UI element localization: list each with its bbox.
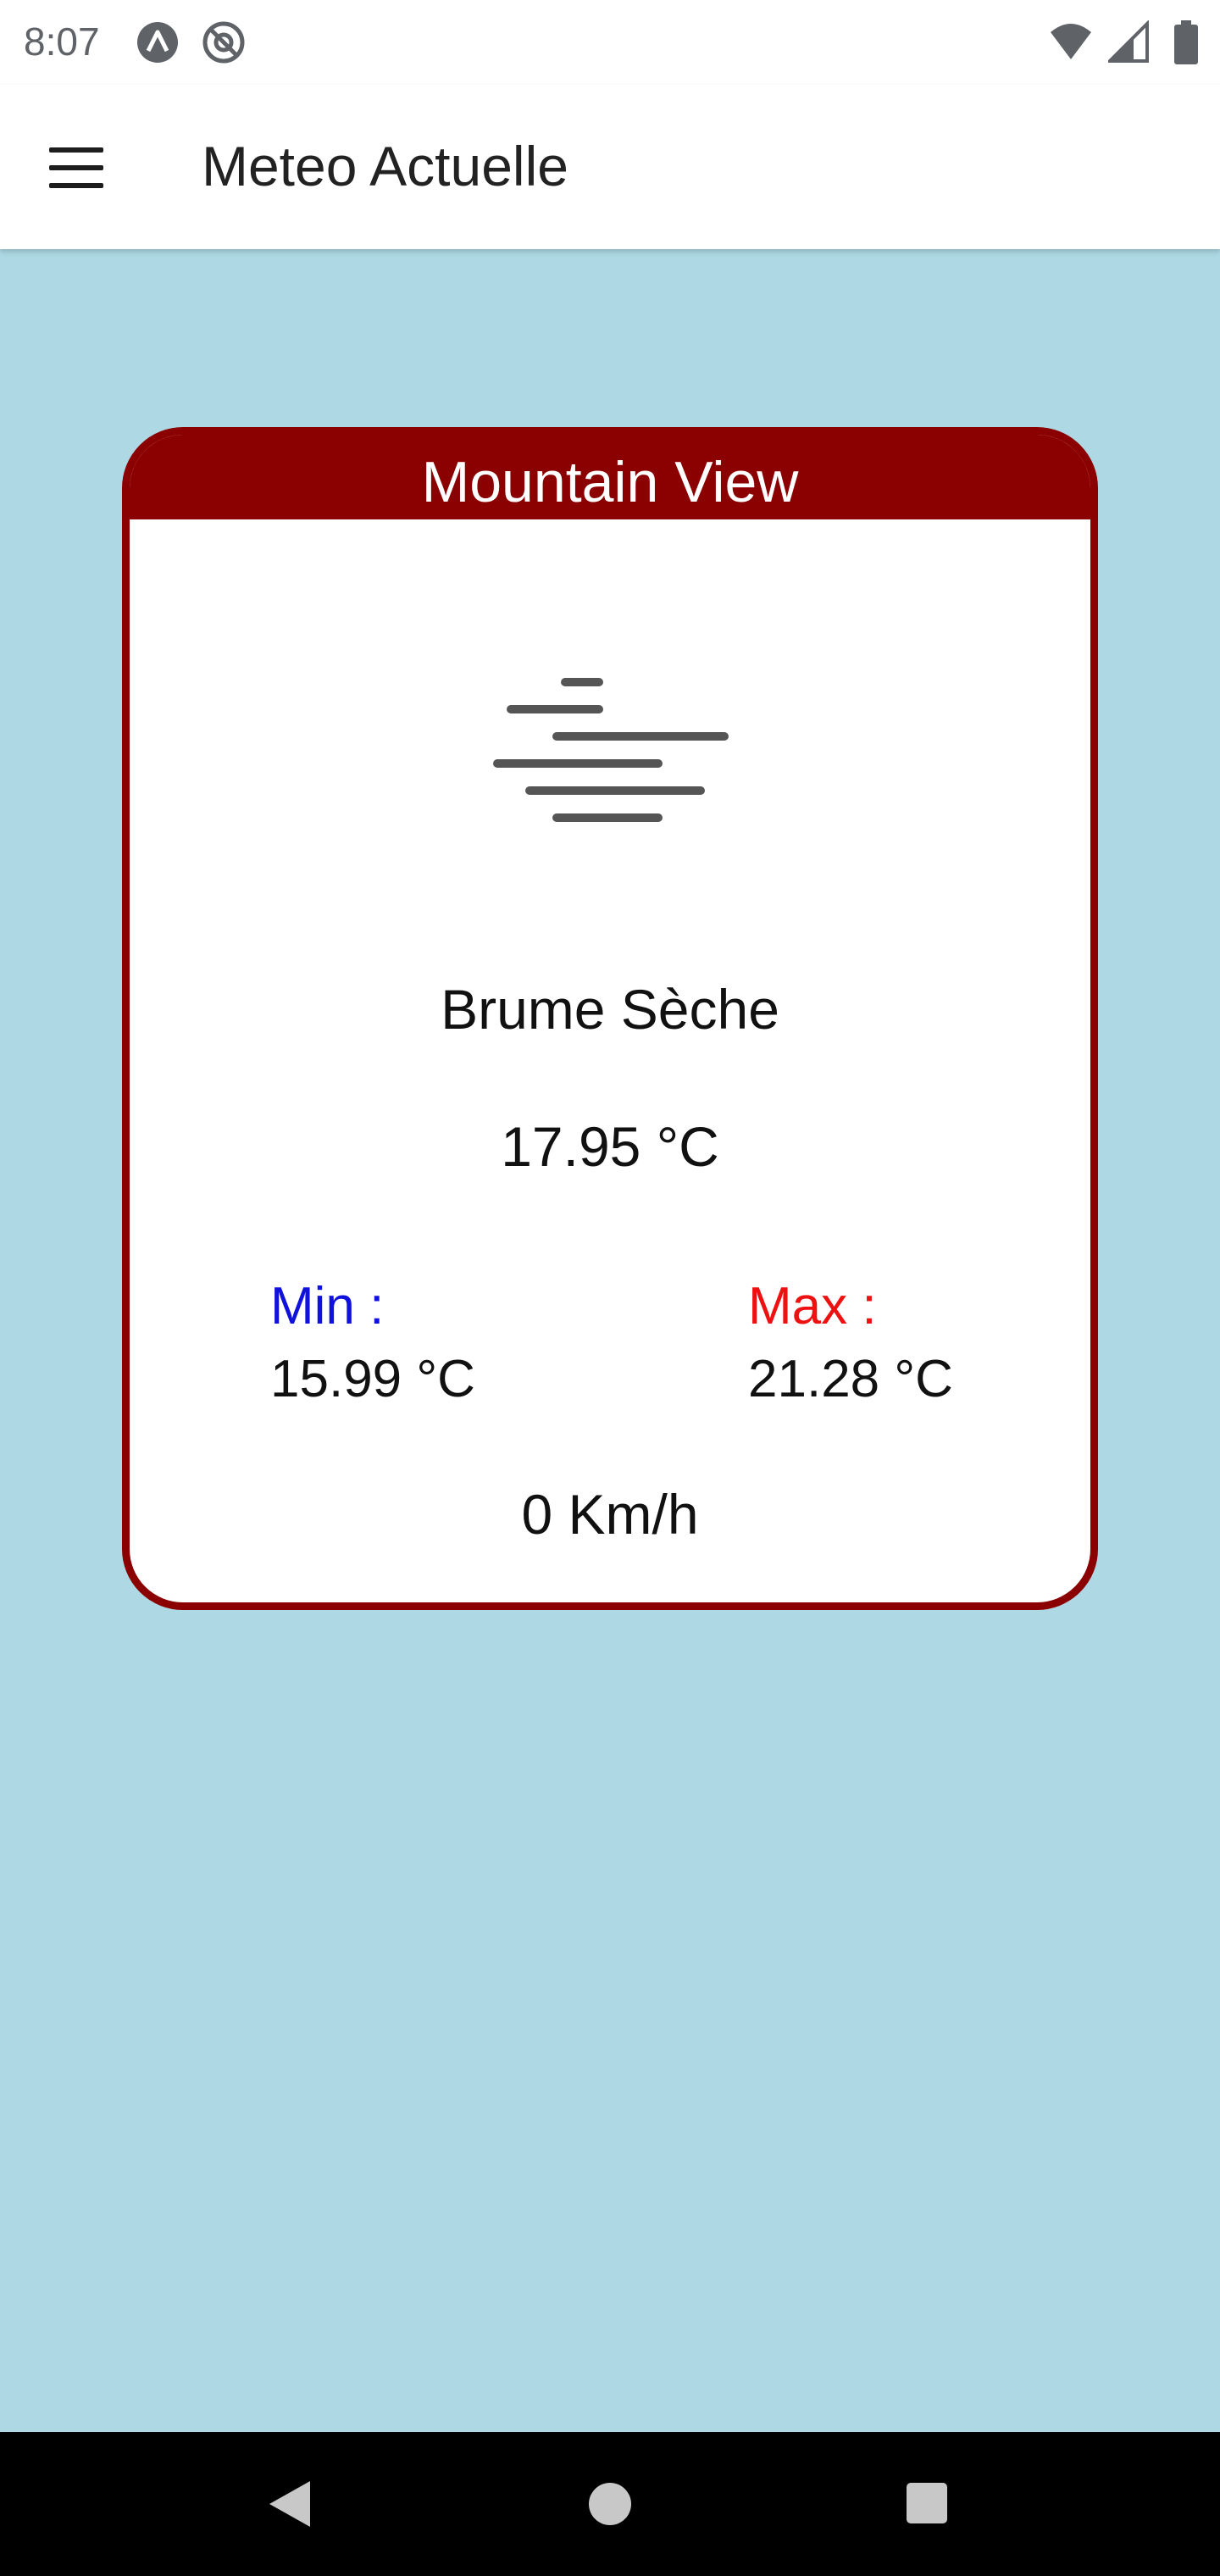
min-label: Min : (270, 1277, 385, 1335)
min-temperature-block: Min : 15.99 °C (270, 1270, 475, 1416)
haze-icon (493, 678, 729, 822)
navigation-bar (0, 2432, 1220, 2576)
at-sign-icon (202, 21, 245, 64)
status-bar: 8:07 (0, 0, 1220, 85)
back-icon[interactable] (266, 2478, 313, 2530)
weather-condition: Brume Sèche (441, 978, 779, 1041)
recents-icon[interactable] (905, 2481, 949, 2525)
city-name: Mountain View (130, 435, 1090, 519)
max-temperature-block: Max : 21.28 °C (748, 1270, 953, 1416)
app-bar: Meteo Actuelle (0, 85, 1220, 249)
hamburger-menu-icon[interactable] (49, 147, 103, 188)
min-value: 15.99 °C (270, 1350, 475, 1408)
weather-card: Mountain View Brume Sèche 17.95 °C Min :… (122, 427, 1098, 1610)
max-label: Max : (748, 1277, 877, 1335)
home-icon[interactable] (587, 2481, 633, 2527)
app-notification-icon (137, 22, 178, 63)
status-time: 8:07 (24, 19, 100, 64)
page-title: Meteo Actuelle (202, 135, 568, 197)
battery-icon (1174, 20, 1198, 64)
wifi-icon (1051, 24, 1091, 59)
current-temperature: 17.95 °C (501, 1115, 719, 1178)
wind-speed: 0 Km/h (521, 1483, 699, 1546)
cellular-signal-icon (1108, 20, 1149, 63)
max-value: 21.28 °C (748, 1350, 953, 1408)
